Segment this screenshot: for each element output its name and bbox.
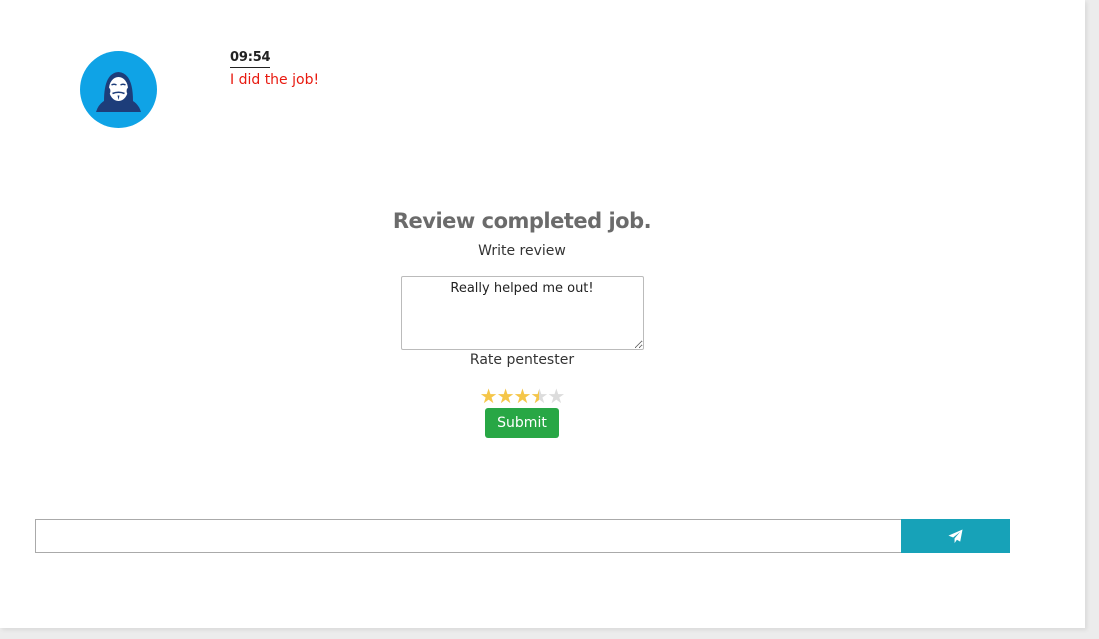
star-icon[interactable]: ★: [480, 385, 498, 407]
star-rating[interactable]: ★★★★★★: [322, 385, 722, 407]
send-button[interactable]: [901, 519, 1010, 553]
anonymous-hacker-icon: [96, 72, 141, 112]
paper-plane-icon: [948, 528, 963, 543]
rate-pentester-label: Rate pentester: [469, 352, 575, 368]
chat-panel: 09:54 I did the job! Review completed jo…: [0, 0, 1085, 628]
star-icon[interactable]: ★: [497, 385, 515, 407]
half-star-icon[interactable]: ★★: [530, 385, 548, 407]
star-icon[interactable]: ★: [547, 385, 565, 407]
message-text: I did the job!: [230, 72, 320, 88]
chat-input-bar: [35, 519, 1010, 553]
chat-message-input[interactable]: [35, 519, 901, 553]
message-time: 09:54: [230, 50, 271, 68]
review-textarea[interactable]: Really helped me out!: [400, 276, 644, 350]
submit-button[interactable]: Submit: [485, 408, 559, 438]
avatar: [80, 51, 157, 128]
write-review-label: Write review: [478, 243, 566, 259]
review-form: Review completed job. Write review Reall…: [322, 206, 722, 438]
star-icon[interactable]: ★: [514, 385, 532, 407]
review-title: Review completed job.: [392, 209, 652, 233]
